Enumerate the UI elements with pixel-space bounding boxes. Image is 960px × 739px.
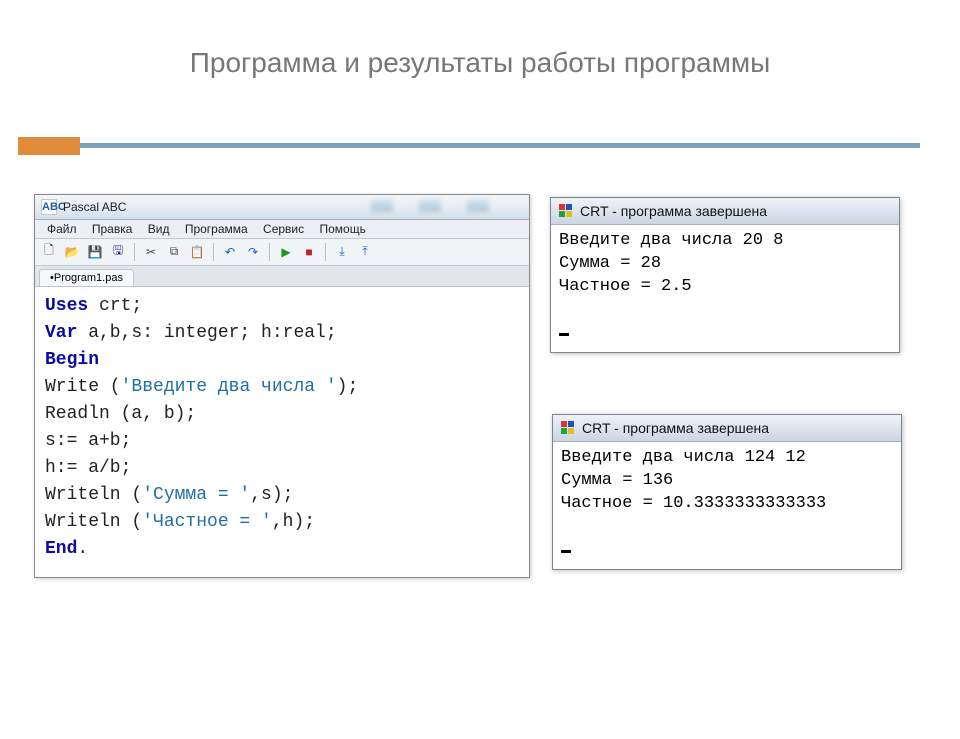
stop-button[interactable]: ■	[299, 242, 319, 262]
crt2-title-bar: CRT - программа завершена	[553, 415, 901, 442]
crt1-output: Введите два числа 20 8 Сумма = 28 Частно…	[551, 225, 899, 352]
toolbar: 🗋 📂 💾 🖫 ✂ ⧉ 📋 ↶ ↷ ▶ ■ ⤓ ⤒	[35, 239, 529, 266]
accent-bar	[18, 137, 80, 155]
menu-program[interactable]: Программа	[179, 220, 254, 238]
menu-bar[interactable]: Файл Правка Вид Программа Сервис Помощь	[35, 220, 529, 239]
cursor-icon	[559, 333, 569, 336]
tab-program1[interactable]: •Program1.pas	[39, 269, 134, 286]
toolbar-separator	[269, 243, 270, 261]
toolbar-separator	[134, 243, 135, 261]
ide-window: ABC Pascal ABC Файл Правка Вид Программа…	[34, 194, 530, 578]
run-button[interactable]: ▶	[276, 242, 296, 262]
crt1-title-bar: CRT - программа завершена	[551, 198, 899, 225]
menu-file[interactable]: Файл	[41, 220, 83, 238]
menu-help[interactable]: Помощь	[313, 220, 371, 238]
redo-button[interactable]: ↷	[243, 242, 263, 262]
ide-window-title: Pascal ABC	[63, 200, 126, 214]
cut-button[interactable]: ✂	[141, 242, 161, 262]
crt1-title: CRT - программа завершена	[580, 203, 767, 219]
menu-service[interactable]: Сервис	[257, 220, 310, 238]
ide-app-icon: ABC	[41, 199, 57, 215]
crt-window-1: CRT - программа завершена Введите два чи…	[550, 197, 900, 353]
editor-tabs: •Program1.pas	[35, 266, 529, 287]
cursor-icon	[561, 550, 571, 553]
copy-button[interactable]: ⧉	[164, 242, 184, 262]
crt-window-2: CRT - программа завершена Введите два чи…	[552, 414, 902, 570]
crt-icon	[560, 420, 576, 436]
code-editor[interactable]: Uses crt; Var a,b,s: integer; h:real; Be…	[35, 287, 529, 577]
new-file-button[interactable]: 🗋	[39, 242, 59, 262]
ide-title-bar: ABC Pascal ABC	[35, 195, 529, 220]
undo-button[interactable]: ↶	[220, 242, 240, 262]
divider-line	[80, 143, 920, 148]
save-button[interactable]: 💾	[85, 242, 105, 262]
paste-button[interactable]: 📋	[187, 242, 207, 262]
window-control-icons	[371, 198, 521, 216]
toolbar-separator	[325, 243, 326, 261]
open-file-button[interactable]: 📂	[62, 242, 82, 262]
menu-view[interactable]: Вид	[142, 220, 176, 238]
menu-edit[interactable]: Правка	[86, 220, 139, 238]
slide-title: Программа и результаты работы программы	[0, 19, 960, 93]
save-all-button[interactable]: 🖫	[108, 242, 128, 262]
step-into-button[interactable]: ⤓	[332, 242, 352, 262]
crt-icon	[558, 203, 574, 219]
step-over-button[interactable]: ⤒	[355, 242, 375, 262]
crt2-title: CRT - программа завершена	[582, 420, 769, 436]
crt2-output: Введите два числа 124 12 Сумма = 136 Час…	[553, 442, 901, 569]
toolbar-separator	[213, 243, 214, 261]
